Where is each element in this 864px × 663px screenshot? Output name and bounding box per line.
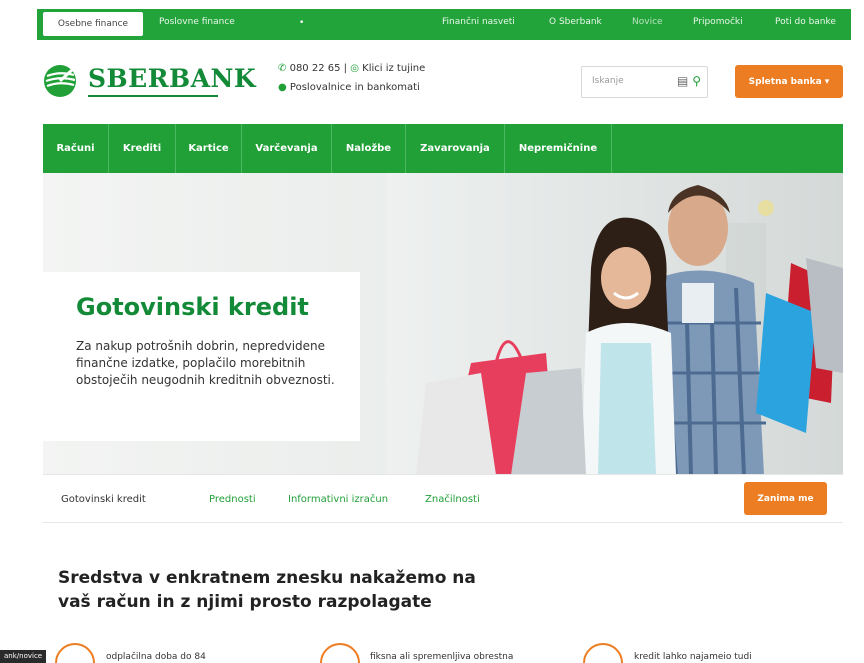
nav-kartice[interactable]: Kartice — [176, 124, 242, 173]
hero-description: Za nakup potrošnih dobrin, nepredvidene … — [76, 339, 335, 387]
contact-phone-line: ✆ 080 22 65 | ◎ Klici iz tujine — [278, 63, 425, 74]
link-novice[interactable]: Novice — [632, 17, 663, 27]
keyboard-icon[interactable]: ▤ — [677, 74, 688, 88]
tab-osebne-finance[interactable]: Osebne finance — [43, 12, 143, 36]
sberbank-logo-icon[interactable] — [42, 64, 78, 98]
globe-icon: ◎ — [350, 63, 359, 74]
nav-zavarovanja[interactable]: Zavarovanja — [406, 124, 505, 173]
online-bank-button[interactable]: Spletna banka ▾ — [735, 65, 843, 98]
location-pin-icon: ● — [278, 82, 287, 93]
search-icons: ▤ ⚲ — [677, 74, 701, 88]
feature-text-3: kredit lahko najameio tudi — [634, 652, 752, 662]
section-title: Sredstva v enkratnem znesku nakažemo na … — [58, 568, 476, 612]
subnav-current: Gotovinski kredit — [61, 494, 146, 505]
zanima-me-button[interactable]: Zanima me — [744, 482, 827, 515]
nav-nalozbe[interactable]: Naložbe — [332, 124, 406, 173]
abroad-calls-link[interactable]: Klici iz tujine — [362, 63, 425, 74]
main-nav: Računi Krediti Kartice Varčevanja Naložb… — [43, 124, 843, 173]
nav-krediti[interactable]: Krediti — [109, 124, 176, 173]
calendar-icon — [55, 643, 95, 663]
divider — [43, 474, 843, 475]
search-icon[interactable]: ⚲ — [692, 74, 701, 88]
contact-branches-line: ● Poslovalnice in bankomati — [278, 82, 420, 93]
link-o-sberbank[interactable]: O Sberbank — [549, 17, 602, 27]
nav-varcevanja[interactable]: Varčevanja — [242, 124, 332, 173]
percent-icon — [320, 643, 360, 663]
subnav-link-znacilnosti[interactable]: Značilnosti — [425, 494, 480, 505]
sberbank-logo-text[interactable]: SBERBANK — [88, 64, 256, 93]
top-bar: Osebne finance Poslovne finance • Finanč… — [37, 9, 851, 40]
divider — [43, 522, 843, 523]
hero-title: Gotovinski kredit — [76, 293, 309, 321]
chevron-down-icon[interactable]: • — [299, 18, 304, 28]
branches-link[interactable]: Poslovalnice in bankomati — [290, 82, 420, 93]
search-input[interactable]: Iskanje — [592, 76, 624, 86]
nav-nepremicnine[interactable]: Nepremičnine — [505, 124, 612, 173]
person-icon — [583, 643, 623, 663]
logo-underline — [88, 95, 218, 97]
separator: | — [343, 63, 348, 74]
phone-icon: ✆ — [278, 63, 287, 74]
phone-number[interactable]: 080 22 65 — [290, 63, 341, 74]
link-financni-nasveti[interactable]: Finančni nasveti — [442, 17, 515, 27]
status-url-tooltip: ank/novice — [0, 650, 47, 663]
nav-racuni[interactable]: Računi — [43, 124, 109, 173]
feature-text-1: odplačilna doba do 84 — [106, 652, 206, 662]
hero-couple-image — [386, 173, 843, 475]
feature-text-2: fiksna ali spremenljiva obrestna — [370, 652, 514, 662]
search-box[interactable]: Iskanje ▤ ⚲ — [581, 66, 708, 98]
link-pripomocki[interactable]: Pripomočki — [693, 17, 743, 27]
subnav-link-prednosti[interactable]: Prednosti — [209, 494, 256, 505]
tab-poslovne-finance[interactable]: Poslovne finance — [159, 17, 235, 27]
link-poti-do-banke[interactable]: Poti do banke — [775, 17, 836, 27]
subnav-link-izracun[interactable]: Informativni izračun — [288, 494, 388, 505]
